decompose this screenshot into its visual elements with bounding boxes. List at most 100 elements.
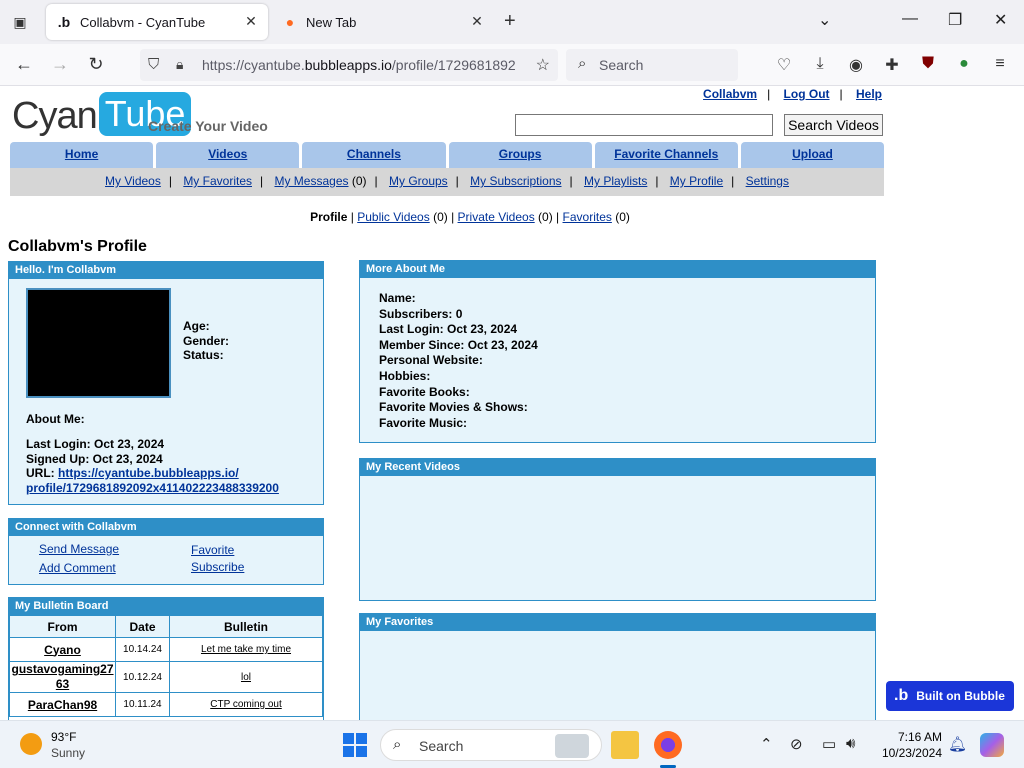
hello-header: Hello. I'm Collabvm (9, 262, 323, 279)
sun-icon[interactable] (20, 733, 42, 755)
user-link[interactable]: Collabvm (703, 87, 757, 101)
profile-url-link[interactable]: https://cyantube.bubbleapps.io/ (58, 466, 239, 480)
connect-panel: Connect with Collabvm Send Message Favor… (8, 518, 324, 585)
address-bar[interactable]: ⛉ 🔒︎ https://cyantube.bubbleapps.io/prof… (140, 49, 558, 81)
built-on-bubble-badge[interactable]: .b Built on Bubble (886, 681, 1014, 711)
field-member-since: Member Since: Oct 23, 2024 (379, 337, 538, 352)
ublock-icon[interactable]: ⛊ (918, 55, 938, 73)
connect-header: Connect with Collabvm (9, 519, 323, 536)
browser-search-field[interactable]: ⌕ Search (566, 49, 738, 81)
forward-arrow-icon[interactable]: → (48, 54, 72, 75)
url-text[interactable]: https://cyantube.bubbleapps.io/profile/1… (202, 57, 532, 73)
subnav-my-profile[interactable]: My Profile (670, 174, 723, 188)
gender-label: Gender: (183, 333, 230, 348)
tab-cyantube[interactable]: .b Collabvm - CyanTube ✕ (46, 4, 268, 40)
favorites-header: My Favorites (360, 614, 875, 631)
favorites-link[interactable]: Favorites (563, 210, 612, 224)
new-tab-plus-icon[interactable]: + (504, 10, 516, 33)
account-icon[interactable]: ◉ (846, 55, 866, 75)
account-info: Last Login: Oct 23, 2024 Signed Up: Oct … (26, 437, 279, 495)
tab-new-tab[interactable]: ● New Tab ✕ (272, 4, 494, 40)
subnav-my-favorites[interactable]: My Favorites (183, 174, 252, 188)
subnav-my-videos[interactable]: My Videos (105, 174, 161, 188)
avatar[interactable] (26, 288, 171, 398)
video-search-input[interactable] (515, 114, 773, 136)
age-label: Age: (183, 319, 210, 333)
profile-tab-current: Profile (310, 210, 348, 224)
bulletin-message-link[interactable]: Let me take my time (201, 644, 291, 655)
recent-videos-panel: My Recent Videos (359, 458, 876, 601)
recent-videos-header: My Recent Videos (360, 459, 875, 476)
close-window-icon[interactable]: ✕ (994, 10, 1007, 30)
main-nav: Home Videos Channels Groups Favorite Cha… (10, 142, 885, 168)
tab-title: Collabvm - CyanTube (80, 14, 206, 30)
pocket-icon[interactable]: ♡ (774, 55, 794, 75)
display-icon[interactable]: ▭ (822, 735, 836, 753)
maximize-icon[interactable]: ❐ (948, 10, 962, 30)
private-videos-count: (0) (538, 210, 553, 224)
send-message-link[interactable]: Send Message (39, 542, 119, 556)
tab-list-icon[interactable]: ▣ (8, 10, 32, 34)
firefox-icon[interactable] (654, 731, 682, 759)
bulletin-from-link[interactable]: ParaChan98 (28, 698, 97, 712)
private-videos-link[interactable]: Private Videos (458, 210, 535, 224)
logout-link[interactable]: Log Out (784, 87, 830, 101)
taskbar-search[interactable]: ⌕ Search (380, 729, 602, 761)
bulletin-from-link[interactable]: Cyano (44, 643, 81, 657)
close-tab-icon[interactable]: ✕ (242, 13, 260, 30)
notification-bell-icon[interactable]: 🔔︎ (948, 735, 967, 753)
help-link[interactable]: Help (856, 87, 882, 101)
bulletin-from-link[interactable]: gustavogaming2763 (11, 662, 113, 691)
menu-hamburger-icon[interactable]: ≡ (990, 55, 1010, 73)
col-from: From (9, 615, 116, 638)
bubble-favicon-icon: .b (57, 14, 71, 30)
bulletin-message-link[interactable]: CTP coming out (210, 699, 282, 710)
nav-favorite-channels[interactable]: Favorite Channels (594, 142, 738, 168)
weather-temp[interactable]: 93°F (51, 730, 76, 744)
subnav-my-playlists[interactable]: My Playlists (584, 174, 647, 188)
bookmark-star-icon[interactable]: ☆ (536, 55, 550, 75)
field-website: Personal Website: (379, 353, 483, 368)
last-login: Last Login: Oct 23, 2024 (26, 437, 165, 451)
field-movies: Favorite Movies & Shows: (379, 400, 528, 415)
subnav-settings[interactable]: Settings (746, 174, 789, 188)
downloads-icon[interactable]: ⤓ (810, 55, 830, 73)
back-arrow-icon[interactable]: ← (12, 54, 36, 75)
search-videos-button[interactable]: Search Videos (784, 114, 883, 136)
nav-videos[interactable]: Videos (156, 142, 300, 168)
close-tab-icon[interactable]: ✕ (468, 13, 486, 30)
reload-icon[interactable]: ↻ (84, 54, 108, 75)
tab-overflow-chevron-icon[interactable]: ⌄ (818, 10, 831, 30)
col-bulletin: Bulletin (169, 615, 323, 638)
browser-tab-bar: ▣ .b Collabvm - CyanTube ✕ ● New Tab ✕ +… (0, 0, 1024, 44)
subnav-my-messages[interactable]: My Messages (274, 174, 348, 188)
extensions-icon[interactable]: ✚ (882, 55, 902, 75)
network-off-icon[interactable]: ⊘ (790, 735, 803, 753)
copilot-icon[interactable] (980, 733, 1004, 757)
add-comment-link[interactable]: Add Comment (39, 561, 116, 575)
weather-desc[interactable]: Sunny (51, 746, 85, 760)
start-windows-icon[interactable] (343, 733, 367, 757)
subnav-my-subscriptions[interactable]: My Subscriptions (470, 174, 561, 188)
favorite-link[interactable]: Favorite (191, 543, 234, 557)
nav-upload[interactable]: Upload (740, 142, 885, 168)
lock-icon[interactable]: 🔒︎ (176, 56, 183, 73)
nav-groups[interactable]: Groups (448, 142, 592, 168)
chevron-up-icon[interactable]: ⌃ (760, 735, 773, 753)
nav-channels[interactable]: Channels (302, 142, 446, 168)
search-icon: ⌕ (578, 55, 587, 72)
profile-url-link-cont[interactable]: profile/1729681892092x411402223488339200 (26, 481, 279, 495)
bulletin-message-link[interactable]: lol (241, 672, 251, 683)
system-clock[interactable]: 7:16 AM 10/23/2024 (878, 729, 942, 761)
public-videos-link[interactable]: Public Videos (357, 210, 430, 224)
file-explorer-icon[interactable] (611, 731, 639, 759)
web-page: Cyan Tube Create Your Video Collabvm | Lo… (0, 86, 1024, 720)
shield-icon[interactable]: ⛉ (148, 56, 159, 73)
nav-home[interactable]: Home (10, 142, 154, 168)
volume-icon[interactable]: 🔊︎ (846, 735, 855, 752)
extension-globe-icon[interactable]: ● (954, 55, 974, 73)
tagline: Create Your Video (148, 118, 268, 134)
subscribe-link[interactable]: Subscribe (191, 560, 244, 574)
minimize-icon[interactable]: — (902, 10, 918, 28)
subnav-my-groups[interactable]: My Groups (389, 174, 448, 188)
